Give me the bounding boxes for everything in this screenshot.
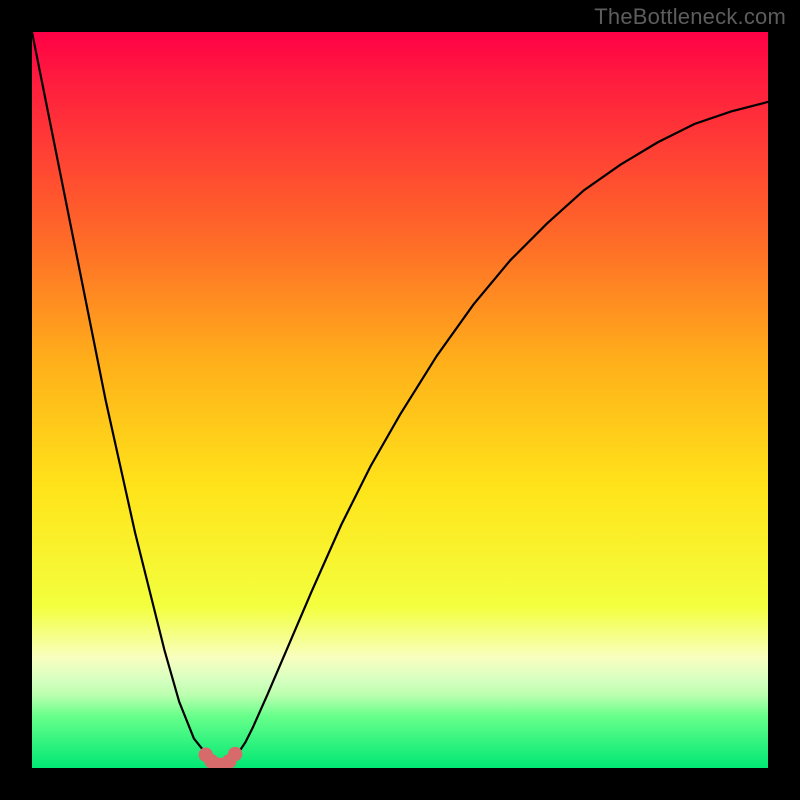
curve-marker [228,747,242,761]
plot-area [32,32,768,768]
watermark-text: TheBottleneck.com [594,4,786,30]
bottleneck-curve [32,32,768,766]
bottleneck-curve-layer [32,32,768,768]
curve-bottom-markers [199,747,243,768]
chart-frame: TheBottleneck.com [0,0,800,800]
